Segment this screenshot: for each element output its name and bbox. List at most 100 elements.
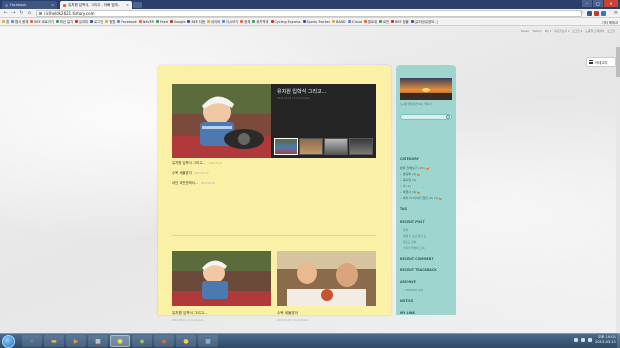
recent-post-link[interactable]: 수작님 돌맞이 그리.	[403, 246, 425, 250]
top-link[interactable]: My ▾	[545, 29, 551, 33]
close-window-button[interactable]: ×	[604, 0, 618, 7]
bookmark-item[interactable]: 다시보기	[222, 19, 238, 24]
bookmark-item[interactable]: Sports Tracker	[302, 20, 330, 24]
clock[interactable]: 오후 10:01 2015-03-21	[595, 335, 616, 345]
kakaotalk-icon[interactable]: ●	[176, 335, 196, 347]
home-icon[interactable]: ⌂	[26, 10, 33, 17]
bookmark-item[interactable]: BEE 다음	[187, 19, 205, 24]
bookmark-item[interactable]: Google	[169, 20, 185, 24]
bookmark-item[interactable]: 정월	[105, 19, 115, 24]
chrome-icon[interactable]: ●	[110, 335, 130, 347]
network-icon[interactable]	[574, 338, 579, 342]
bookmark-item[interactable]: 네이버	[207, 19, 220, 24]
app-icon[interactable]: ◉	[154, 335, 174, 347]
menu-icon[interactable]: ≡	[614, 10, 618, 16]
thumbnail[interactable]	[349, 138, 373, 155]
bookmark-item[interactable]: Feed	[155, 20, 168, 24]
bookmark-item[interactable]: 앱	[2, 19, 9, 24]
bookmark-item[interactable]: BAND	[332, 20, 346, 24]
bookmark-item[interactable]: BEE 바로가기	[30, 19, 54, 24]
bookmark-item[interactable]: 로그인	[90, 19, 103, 24]
folder-icon[interactable]: ▬	[44, 335, 64, 347]
maximize-button[interactable]: □	[593, 0, 603, 7]
top-link[interactable]: 도움말/고객센터	[585, 29, 604, 33]
top-link[interactable]: 최근글보기 ▾	[554, 29, 569, 33]
bookmark-item[interactable]: 현체	[240, 19, 250, 24]
address-bar[interactable]: riclheldk2621.tistory.com	[36, 10, 582, 17]
category-item[interactable]: • 여행사 (4) N	[400, 190, 421, 194]
bookmark-label: [유타공유정보..]	[414, 20, 438, 24]
bookmark-item[interactable]: BEE 정물	[391, 19, 409, 24]
app-icon[interactable]: ■	[198, 335, 218, 347]
search-input[interactable]	[400, 114, 452, 120]
recent-post-link[interactable]: 유치	[403, 228, 408, 232]
featured-slider[interactable]: 유치원 입학식 그리고... 2015.03.21 | 0 Comments	[172, 84, 376, 158]
app-icon[interactable]: ■	[88, 335, 108, 347]
page-info-icon[interactable]	[39, 12, 42, 15]
close-icon[interactable]: ×	[126, 3, 129, 7]
thumbnail[interactable]	[324, 138, 348, 155]
post-title[interactable]: 수목 세돌맞이	[172, 170, 192, 175]
bookmark-star-icon[interactable]: ☆	[580, 10, 584, 16]
bookmark-item[interactable]: Cycling Express	[270, 20, 301, 24]
bookmark-item[interactable]: NAVER	[138, 20, 154, 24]
bookmark-item[interactable]: [유타공유정보..]	[410, 19, 438, 24]
archive-item[interactable]: • 2015/03 (13)	[403, 288, 423, 292]
post-title[interactable]: 유치원 입학식 그리고...	[172, 160, 205, 165]
list-item[interactable]: 유치원 입학식 그리고... 2015.03.21	[172, 160, 222, 165]
top-link[interactable]: Tistory	[532, 29, 541, 33]
media-player-icon[interactable]: ▶	[66, 335, 86, 347]
start-button[interactable]	[2, 335, 15, 348]
tab-tistory[interactable]: 유치원 입학식, 그리고 - 아빠 엄마.. ×	[60, 1, 132, 9]
bookmark-item[interactable]: Facebook	[117, 20, 137, 24]
category-item[interactable]: • 경공부 (4) N	[400, 172, 421, 176]
close-icon[interactable]: ×	[51, 3, 54, 7]
scroll-thumb[interactable]	[616, 47, 620, 77]
bookmark-item[interactable]: 팔로워	[363, 19, 377, 24]
category-item[interactable]: 분류 전체보기 (13) N	[400, 166, 429, 170]
post-title[interactable]: 내년 과천관에서...	[172, 180, 198, 185]
flag-icon[interactable]	[588, 338, 593, 342]
top-link[interactable]: 로그인 ▾	[572, 29, 582, 33]
list-item[interactable]: 내년 과천관에서... 2015.02.28	[172, 180, 222, 185]
app-icon[interactable]: ◆	[132, 335, 152, 347]
featured-photo[interactable]	[172, 84, 271, 158]
bookmark-item[interactable]: 위키백과	[252, 19, 269, 24]
top-link[interactable]: 로그인	[607, 29, 615, 33]
other-bookmarks[interactable]: 기타 북마크	[602, 20, 618, 25]
top-link[interactable]: Daum	[521, 29, 529, 33]
bookmark-item[interactable]: 유의미	[75, 19, 88, 24]
page-scrollbar[interactable]	[616, 27, 620, 333]
bookmark-item[interactable]: 웹사 옹체	[11, 19, 28, 24]
list-item[interactable]: 수목 세돌맞이 2015.03.10	[172, 170, 222, 175]
post-card-photo[interactable]	[277, 251, 376, 306]
new-tab-button[interactable]	[133, 2, 142, 8]
thumbnail[interactable]	[274, 138, 298, 155]
forward-icon[interactable]: →	[10, 10, 17, 17]
extension-icon[interactable]	[587, 11, 592, 16]
category-item[interactable]: • 사 (1)	[400, 184, 411, 188]
recent-post-link[interactable]: 대에 기 보고 실감 로	[403, 234, 426, 238]
extension-icon[interactable]	[594, 11, 599, 16]
profile-image[interactable]	[400, 78, 452, 100]
category-item[interactable]: • 육아일 (3)	[400, 178, 416, 182]
featured-title[interactable]: 유치원 입학식 그리고...	[277, 88, 326, 95]
recent-post-link[interactable]: 방조도 실망	[403, 240, 416, 244]
minimize-button[interactable]: –	[582, 0, 592, 7]
ie-icon[interactable]: e	[22, 335, 42, 347]
search-icon[interactable]	[446, 115, 450, 119]
tab-facebook[interactable]: Facebook ×	[2, 1, 57, 9]
post-card-photo[interactable]	[172, 251, 271, 306]
bookmark-item[interactable]: 로빈	[379, 19, 389, 24]
bookmark-item[interactable]: 최신 읽기	[55, 19, 73, 24]
post-card-title[interactable]: 수목 세돌맞이	[277, 311, 298, 316]
post-card-title[interactable]: 유치원 입학식 그리고...	[172, 311, 207, 316]
volume-icon[interactable]	[581, 338, 586, 342]
bookmark-item[interactable]: iCloud	[347, 20, 362, 24]
category-item[interactable]: • 외좌 Hi 이야기 없이 (2) (1) N	[400, 196, 443, 200]
back-icon[interactable]: ←	[2, 10, 9, 17]
reload-icon[interactable]: ↻	[18, 10, 25, 17]
thumbnail[interactable]	[299, 138, 323, 155]
category-menu-button[interactable]: 카테고리	[586, 57, 616, 67]
extension-icon[interactable]	[601, 11, 606, 16]
